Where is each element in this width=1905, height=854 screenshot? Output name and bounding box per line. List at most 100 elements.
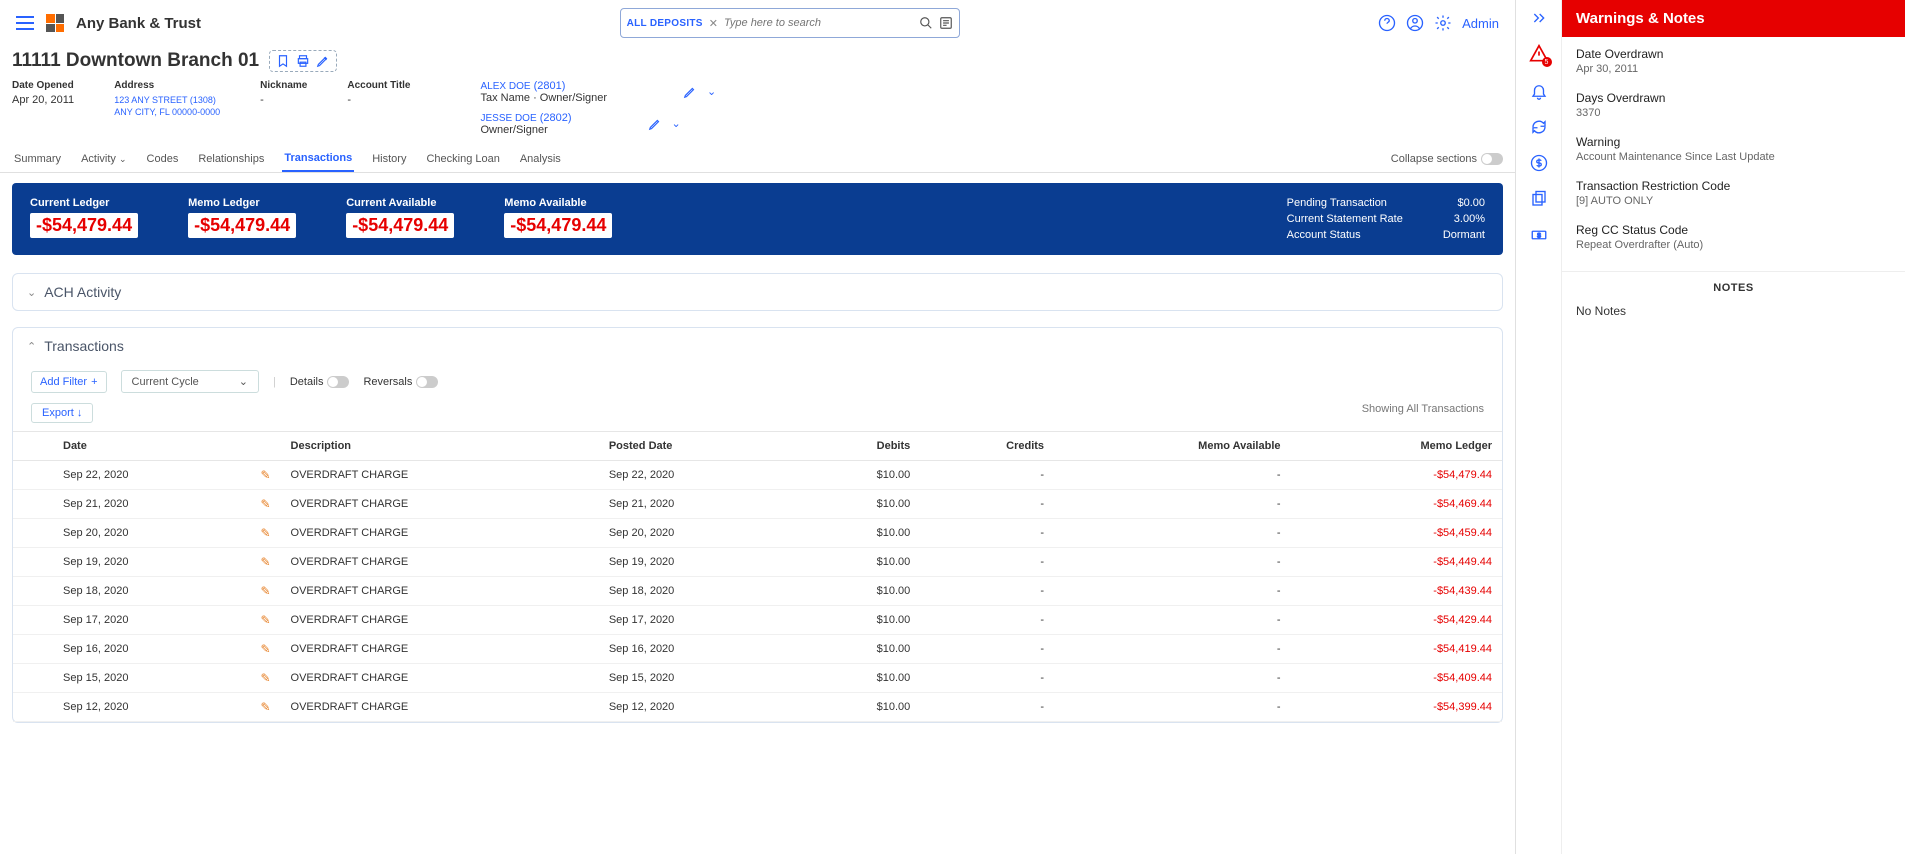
alert-icon[interactable]: 5 [1529, 44, 1549, 64]
cell-date: Sep 18, 2020 [53, 577, 250, 606]
details-toggle[interactable]: Details [290, 376, 350, 388]
tab-summary[interactable]: Summary [12, 147, 63, 171]
tab-checking-loan[interactable]: Checking Loan [424, 147, 501, 171]
cell-credits: - [920, 548, 1054, 577]
export-button[interactable]: Export ↓ [31, 403, 93, 423]
cycle-select[interactable]: Current Cycle ⌄ [121, 370, 259, 393]
edit-row-icon[interactable]: ✎ [260, 584, 270, 598]
toggle-icon[interactable] [416, 376, 438, 388]
menu-icon[interactable] [16, 16, 34, 30]
edit-row-icon[interactable]: ✎ [260, 555, 270, 569]
table-row[interactable]: Sep 20, 2020 ✎ OVERDRAFT CHARGE Sep 20, … [13, 519, 1502, 548]
help-icon[interactable] [1378, 14, 1396, 32]
cash-icon[interactable]: $ [1530, 226, 1548, 244]
nickname-label: Nickname [260, 80, 307, 91]
cell-memo-avail: - [1054, 664, 1290, 693]
cell-desc: OVERDRAFT CHARGE [281, 635, 599, 664]
print-icon[interactable] [296, 54, 310, 68]
balance-value: -$54,479.44 [188, 213, 296, 238]
bell-icon[interactable] [1530, 82, 1548, 100]
search-settings-icon[interactable] [939, 16, 953, 30]
owner-number[interactable]: (2801) [534, 80, 566, 92]
tab-codes[interactable]: Codes [145, 147, 181, 171]
cell-desc: OVERDRAFT CHARGE [281, 606, 599, 635]
search-input[interactable] [724, 17, 913, 29]
edit-owner-icon[interactable] [683, 85, 697, 99]
table-row[interactable]: Sep 18, 2020 ✎ OVERDRAFT CHARGE Sep 18, … [13, 577, 1502, 606]
edit-row-icon[interactable]: ✎ [260, 671, 270, 685]
table-row[interactable]: Sep 22, 2020 ✎ OVERDRAFT CHARGE Sep 22, … [13, 461, 1502, 490]
owner-number[interactable]: (2802) [540, 112, 572, 124]
reversals-toggle[interactable]: Reversals [363, 376, 438, 388]
cell-credits: - [920, 461, 1054, 490]
edit-row-icon[interactable]: ✎ [260, 526, 270, 540]
dollar-icon[interactable] [1530, 154, 1548, 172]
search-icon[interactable] [919, 16, 933, 30]
date-opened-label: Date Opened [12, 80, 74, 91]
table-row[interactable]: Sep 19, 2020 ✎ OVERDRAFT CHARGE Sep 19, … [13, 548, 1502, 577]
bookmark-icon[interactable] [276, 54, 290, 68]
table-row[interactable]: Sep 21, 2020 ✎ OVERDRAFT CHARGE Sep 21, … [13, 490, 1502, 519]
no-notes-text: No Notes [1562, 300, 1905, 322]
documents-icon[interactable] [1530, 190, 1548, 208]
tab-transactions[interactable]: Transactions [282, 146, 354, 172]
global-search[interactable]: ALL DEPOSITS ✕ [620, 8, 960, 38]
address-line1[interactable]: 123 ANY STREET (1308) [114, 95, 216, 105]
chevron-down-icon[interactable]: ⌄ [672, 117, 681, 131]
clear-search-filter-icon[interactable]: ✕ [709, 17, 718, 30]
toggle-icon[interactable] [1481, 153, 1503, 165]
edit-row-icon[interactable]: ✎ [260, 497, 270, 511]
collapse-sections-toggle[interactable]: Collapse sections [1391, 153, 1503, 165]
balance-meta-value: $0.00 [1443, 197, 1485, 209]
cell-memo-ledger: -$54,429.44 [1291, 606, 1503, 635]
ach-activity-section-header[interactable]: ⌄ ACH Activity [13, 274, 1502, 310]
admin-label[interactable]: Admin [1462, 16, 1499, 31]
cell-memo-avail: - [1054, 635, 1290, 664]
cell-desc: OVERDRAFT CHARGE [281, 490, 599, 519]
refresh-icon[interactable] [1530, 118, 1548, 136]
cell-date: Sep 15, 2020 [53, 664, 250, 693]
edit-row-icon[interactable]: ✎ [260, 613, 270, 627]
table-row[interactable]: Sep 16, 2020 ✎ OVERDRAFT CHARGE Sep 16, … [13, 635, 1502, 664]
cell-credits: - [920, 635, 1054, 664]
toggle-icon[interactable] [327, 376, 349, 388]
cell-debits: $10.00 [796, 490, 920, 519]
tab-history[interactable]: History [370, 147, 408, 171]
owner-name[interactable]: JESSE DOE [481, 113, 537, 124]
warning-title: Days Overdrawn [1576, 91, 1891, 105]
edit-icon[interactable] [316, 54, 330, 68]
cell-credits: - [920, 577, 1054, 606]
cell-desc: OVERDRAFT CHARGE [281, 693, 599, 722]
table-row[interactable]: Sep 17, 2020 ✎ OVERDRAFT CHARGE Sep 17, … [13, 606, 1502, 635]
search-filter-pill[interactable]: ALL DEPOSITS [627, 18, 703, 29]
balance-value: -$54,479.44 [504, 213, 612, 238]
table-row[interactable]: Sep 15, 2020 ✎ OVERDRAFT CHARGE Sep 15, … [13, 664, 1502, 693]
edit-row-icon[interactable]: ✎ [260, 642, 270, 656]
owner-name[interactable]: ALEX DOE [481, 81, 531, 92]
settings-icon[interactable] [1434, 14, 1452, 32]
cell-date: Sep 21, 2020 [53, 490, 250, 519]
cell-debits: $10.00 [796, 664, 920, 693]
edit-row-icon[interactable]: ✎ [260, 700, 270, 714]
expand-panel-icon[interactable] [1531, 10, 1547, 26]
table-row[interactable]: Sep 12, 2020 ✎ OVERDRAFT CHARGE Sep 12, … [13, 693, 1502, 722]
tab-activity[interactable]: Activity ⌄ [79, 147, 128, 171]
transactions-section-header[interactable]: ⌃ Transactions [13, 328, 1502, 364]
tab-analysis[interactable]: Analysis [518, 147, 563, 171]
cell-date: Sep 17, 2020 [53, 606, 250, 635]
user-icon[interactable] [1406, 14, 1424, 32]
add-filter-button[interactable]: Add Filter + [31, 371, 107, 393]
col-date: Date [53, 432, 250, 461]
account-title: 11111 Downtown Branch 01 [12, 50, 259, 72]
edit-row-icon[interactable]: ✎ [260, 468, 270, 482]
cell-memo-ledger: -$54,469.44 [1291, 490, 1503, 519]
balance-meta-label: Current Statement Rate [1287, 213, 1403, 225]
tab-relationships[interactable]: Relationships [196, 147, 266, 171]
chevron-down-icon[interactable]: ⌄ [707, 85, 716, 99]
cell-posted: Sep 21, 2020 [599, 490, 796, 519]
address-line2[interactable]: ANY CITY, FL 00000-0000 [114, 107, 220, 117]
edit-owner-icon[interactable] [648, 117, 662, 131]
cell-date: Sep 12, 2020 [53, 693, 250, 722]
col-memo-avail: Memo Available [1054, 432, 1290, 461]
address-label: Address [114, 80, 220, 91]
